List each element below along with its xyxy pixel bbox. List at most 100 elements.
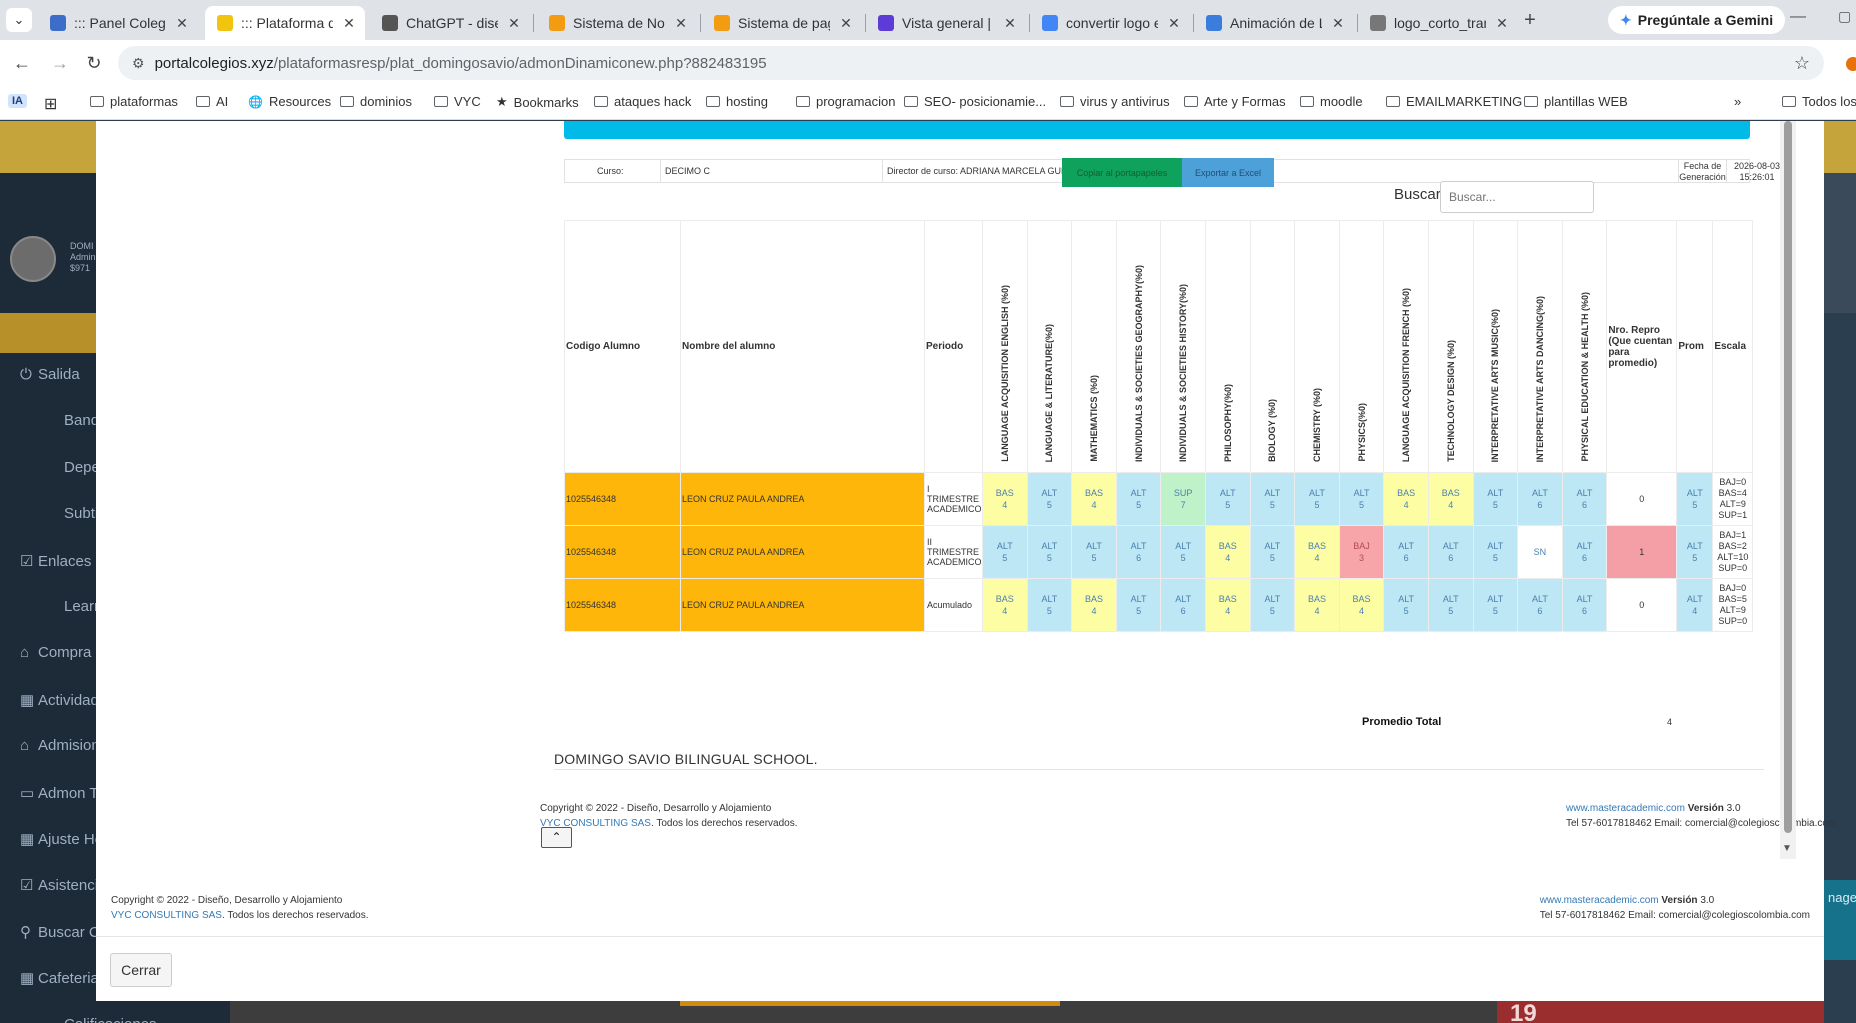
tab-close-icon[interactable]: ✕ xyxy=(1166,15,1182,32)
subject-header-label: PHYSICAL EDUCATION & HEALTH (%0) xyxy=(1579,292,1590,462)
sidebar-menu-item[interactable]: ⚲ Buscar Co xyxy=(20,923,108,941)
tab-close-icon[interactable]: ✕ xyxy=(1494,15,1510,32)
browser-tab[interactable]: convertir logo en ✕ xyxy=(1030,6,1190,40)
back-arrow-icon[interactable]: ← xyxy=(10,51,34,75)
escala-line: BAS=4 xyxy=(1718,488,1747,498)
bookmark-item[interactable]: EMAILMARKETING xyxy=(1386,94,1522,109)
header-subject: LANGUAGE ACQUISITION ENGLISH (%0) xyxy=(982,220,1028,473)
browser-tab[interactable]: ::: Plataforma de C ✕ xyxy=(205,6,365,40)
tab-close-icon[interactable]: ✕ xyxy=(174,15,190,32)
folder-icon xyxy=(1300,96,1314,107)
footer-site-link[interactable]: www.masteracademic.com xyxy=(1566,803,1685,814)
sidebar-menu-item[interactable]: ⏻ Salida xyxy=(20,366,80,383)
all-bookmarks-folder[interactable]: Todos los xyxy=(1782,94,1856,109)
bookmark-item[interactable]: VYC xyxy=(434,94,481,109)
tab-close-icon[interactable]: ✕ xyxy=(838,15,854,32)
bookmark-item[interactable]: SEO- posicionamie... xyxy=(904,94,1046,109)
curso-label: Curso: xyxy=(565,160,661,182)
footer-copyright: Copyright © 2022 - Diseño, Desarrollo y … xyxy=(540,803,772,814)
bookmark-item[interactable]: dominios xyxy=(340,94,412,109)
bookmark-item[interactable]: hosting xyxy=(706,94,768,109)
bookmark-item[interactable]: ataques hack xyxy=(594,94,691,109)
bookmark-item[interactable]: AI xyxy=(196,94,228,109)
grade-level: ALT xyxy=(1576,541,1593,551)
grade-level: BAS xyxy=(1218,594,1237,604)
bookmark-item[interactable]: plataformas xyxy=(90,94,178,109)
grade-score: 4 xyxy=(1225,606,1231,616)
new-tab-button[interactable]: + xyxy=(1518,9,1542,32)
url-text[interactable]: portalcolegios.xyz/plataformasresp/plat_… xyxy=(155,55,767,72)
scroll-top-button[interactable]: ⌃ xyxy=(541,827,572,848)
sidebar-menu-item[interactable]: ☑ Asistenci xyxy=(20,876,98,894)
sidebar-menu-item[interactable]: ▦ Ajuste Ho xyxy=(20,830,103,848)
grade-level: ALT xyxy=(1041,541,1058,551)
url-domain: portalcolegios.xyz xyxy=(154,54,274,72)
browser-tab[interactable]: Sistema de pagos ✕ xyxy=(702,6,862,40)
tab-search-chevron-icon[interactable]: ⌄ xyxy=(6,8,32,32)
sidebar-menu-item[interactable]: ▭ Admon Ta xyxy=(20,784,105,802)
gemini-button[interactable]: ✦ Pregúntale a Gemini xyxy=(1608,6,1786,34)
browser-tab[interactable]: Sistema de Notas ✕ xyxy=(537,6,697,40)
search-input[interactable] xyxy=(1440,181,1594,213)
sidebar-item-label: Asistenci xyxy=(38,877,99,895)
school-name: DOMINGO SAVIO BILINGUAL SCHOOL. xyxy=(554,751,818,767)
sidebar-menu-item[interactable]: ⌂ Admision xyxy=(20,737,100,754)
iframe-scrollbar-thumb[interactable] xyxy=(1784,121,1792,833)
tab-close-icon[interactable]: ✕ xyxy=(673,15,689,32)
copy-clipboard-button[interactable]: Copiar al portapapeles xyxy=(1062,158,1182,187)
grade-cell: ALT 5 xyxy=(1115,472,1162,526)
tab-title: ::: Plataforma de C xyxy=(241,15,333,31)
grade-level: BAS xyxy=(1441,488,1460,498)
browser-tab[interactable]: logo_corto_transp ✕ xyxy=(1358,6,1518,40)
modal-footer-company-link[interactable]: VYC CONSULTING SAS xyxy=(111,910,222,921)
grade-cell: ALT 6 xyxy=(1517,578,1563,632)
sidebar-menu-item[interactable]: ⌂ Compra S xyxy=(20,644,106,661)
modal-footer-site-link[interactable]: www.masteracademic.com xyxy=(1540,895,1659,906)
bookmark-label: moodle xyxy=(1320,94,1363,109)
tab-close-icon[interactable]: ✕ xyxy=(341,15,357,32)
bookmark-item[interactable]: ⊞ xyxy=(44,94,57,114)
browser-tab[interactable]: Vista general | Ho ✕ xyxy=(866,6,1026,40)
bookmark-item[interactable]: virus y antivirus xyxy=(1060,94,1170,109)
sidebar-menu-item[interactable]: ▦ Cafeteria xyxy=(20,969,99,987)
grade-score: 5 xyxy=(1492,553,1498,563)
tab-favicon-icon xyxy=(549,15,565,31)
bookmark-item[interactable]: ★ Bookmarks xyxy=(496,94,579,110)
tab-close-icon[interactable]: ✕ xyxy=(1002,15,1018,32)
grade-cell: ALT 5 xyxy=(1026,525,1073,579)
bookmark-item[interactable]: 🌐 Resources xyxy=(248,94,331,109)
window-maximize-icon[interactable]: ▢ xyxy=(1838,8,1851,25)
header-subject: INTERPRETATIVE ARTS MUSIC(%0) xyxy=(1472,220,1519,473)
tab-close-icon[interactable]: ✕ xyxy=(1330,15,1346,32)
sidebar-user-info: DOMI Admin $971 xyxy=(70,241,96,274)
profile-avatar-icon[interactable] xyxy=(1846,57,1856,71)
scroll-down-arrow-icon[interactable]: ▼ xyxy=(1782,843,1792,854)
forward-arrow-icon[interactable]: → xyxy=(48,51,72,75)
bookmarks-more-icon[interactable]: » xyxy=(1734,94,1741,109)
modal-footer-contact: Tel 57-6017818462 Email: comercial@coleg… xyxy=(1539,910,1810,921)
bookmark-item[interactable]: IA xyxy=(8,94,27,108)
sidebar-menu-item[interactable]: ▦ Actividad xyxy=(20,691,99,709)
url-omnibox[interactable]: ⚙ portalcolegios.xyz/plataformasresp/pla… xyxy=(118,46,1824,80)
browser-tab[interactable]: Animación de Log ✕ xyxy=(1194,6,1354,40)
tab-favicon-icon xyxy=(217,15,233,31)
bookmark-item[interactable]: Arte y Formas xyxy=(1184,94,1286,109)
sidebar-menu-item[interactable]: ☑ Enlaces D xyxy=(20,552,106,570)
browser-tab[interactable]: ChatGPT - diseño ✕ xyxy=(370,6,530,40)
sidebar-menu-item[interactable]: Calificaciones xyxy=(20,1016,157,1023)
folder-icon xyxy=(904,96,918,107)
browser-tab[interactable]: ::: Panel Colegios ✕ xyxy=(38,6,198,40)
iframe-scrollbar[interactable]: ▼ xyxy=(1780,121,1796,859)
periodo-cell: Acumulado xyxy=(924,578,983,632)
grade-score: 5 xyxy=(1492,606,1498,616)
bookmark-star-icon[interactable]: ☆ xyxy=(1794,53,1810,74)
site-info-icon[interactable]: ⚙ xyxy=(132,55,145,72)
close-modal-button[interactable]: Cerrar xyxy=(110,953,172,987)
export-excel-button[interactable]: Exportar a Excel xyxy=(1182,158,1274,187)
tab-close-icon[interactable]: ✕ xyxy=(506,15,522,32)
bookmark-item[interactable]: programacion xyxy=(796,94,896,109)
window-minimize-icon[interactable]: — xyxy=(1790,8,1806,26)
bookmark-item[interactable]: moodle xyxy=(1300,94,1363,109)
bookmark-item[interactable]: plantillas WEB xyxy=(1524,94,1628,109)
reload-icon[interactable]: ↻ xyxy=(82,51,106,75)
